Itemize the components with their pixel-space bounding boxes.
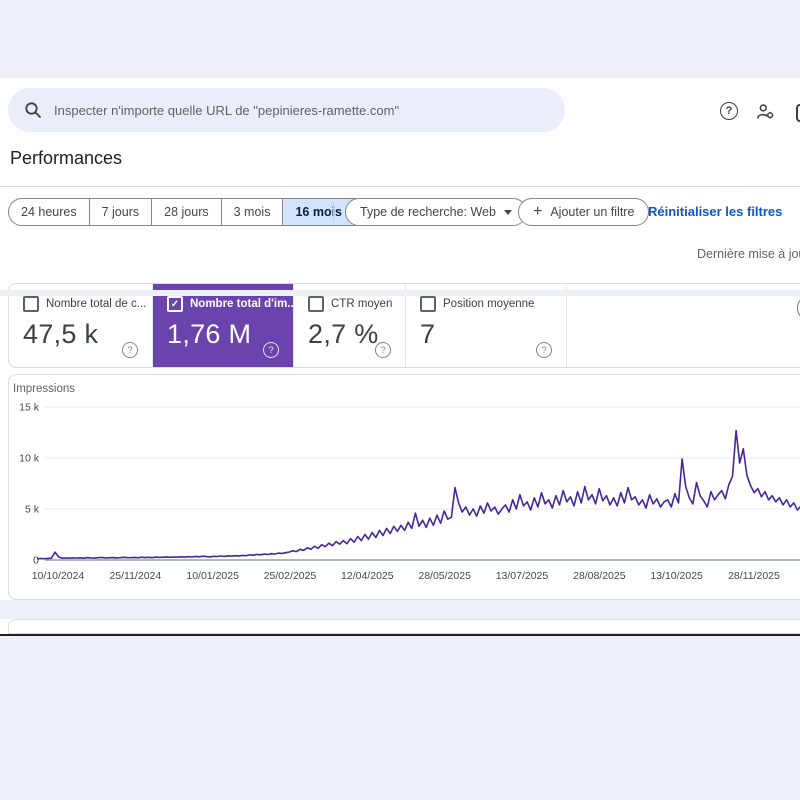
ctr-value: 2,7 %: [308, 319, 405, 350]
svg-text:15 k: 15 k: [19, 402, 40, 414]
help-icon[interactable]: ?: [122, 342, 138, 358]
date-chip-3m[interactable]: 3 mois: [222, 199, 284, 225]
url-inspect-search-bar[interactable]: Inspecter n'importe quelle URL de "pepin…: [8, 88, 565, 132]
svg-text:10/10/2024: 10/10/2024: [32, 570, 85, 582]
add-filter-chip[interactable]: + Ajouter un filtre: [518, 198, 649, 226]
help-button[interactable]: ?: [720, 102, 740, 122]
metric-tile-position[interactable]: Position moyenne 7 ?: [406, 284, 567, 367]
search-type-chip[interactable]: Type de recherche: Web: [345, 198, 527, 226]
window-bottom-edge: [0, 634, 800, 636]
next-card-clipped: [8, 619, 800, 634]
svg-text:28/11/2025: 28/11/2025: [728, 570, 780, 582]
svg-text:28/08/2025: 28/08/2025: [573, 570, 626, 582]
page-title: Performances: [10, 148, 122, 169]
date-chip-7d[interactable]: 7 jours: [90, 199, 153, 225]
date-chip-24h[interactable]: 24 heures: [9, 199, 90, 225]
chart-title: Impressions: [13, 383, 75, 395]
svg-text:25/11/2024: 25/11/2024: [109, 570, 161, 582]
help-icon: ?: [720, 102, 738, 120]
impressions-line-chart[interactable]: 0 5 k 10 k 15 k 10/10/2024 25/11/2024 10/01/20…: [9, 375, 800, 600]
svg-text:10 k: 10 k: [19, 453, 40, 465]
card-gap: [0, 290, 800, 296]
chevron-down-icon: [504, 210, 512, 215]
help-icon[interactable]: ?: [263, 342, 279, 358]
card-gap: [0, 600, 800, 619]
metric-tile-ctr[interactable]: CTR moyen 2,7 % ?: [294, 284, 406, 367]
search-placeholder-text: Inspecter n'importe quelle URL de "pepin…: [54, 103, 399, 118]
svg-text:28/05/2025: 28/05/2025: [418, 570, 471, 582]
svg-text:5 k: 5 k: [25, 504, 40, 516]
svg-text:13/10/2025: 13/10/2025: [650, 570, 703, 582]
chip-separator: [333, 202, 334, 222]
chart-card: Impressions 0 5 k 10 k 15 k 10/10/2024 25/11/…: [8, 374, 800, 600]
checkbox-unchecked-icon[interactable]: [420, 296, 436, 312]
account-avatar-icon-clipped[interactable]: [796, 104, 800, 122]
help-icon[interactable]: ?: [375, 342, 391, 358]
reset-filters-link[interactable]: Réinitialiser les filtres: [648, 204, 782, 219]
date-chip-28d[interactable]: 28 jours: [152, 199, 221, 225]
checkbox-unchecked-icon[interactable]: [308, 296, 324, 312]
search-console-screen: Inspecter n'importe quelle URL de "pepin…: [0, 0, 800, 800]
svg-text:0: 0: [33, 555, 39, 567]
checkbox-checked-icon[interactable]: ✓: [167, 296, 183, 312]
metric-tile-clicks[interactable]: Nombre total de c... 47,5 k ?: [9, 284, 153, 367]
metric-tile-impressions-selected[interactable]: ✓ Nombre total d'im... 1,76 M ?: [153, 284, 294, 367]
last-update-text: Dernière mise à jour: [697, 247, 800, 261]
metrics-card-spacer: Tous: [567, 284, 800, 367]
checkbox-unchecked-icon[interactable]: [23, 296, 39, 312]
app-window: Inspecter n'importe quelle URL de "pepin…: [0, 78, 800, 634]
svg-text:25/02/2025: 25/02/2025: [264, 570, 317, 582]
svg-text:10/01/2025: 10/01/2025: [186, 570, 239, 582]
header-divider: [0, 186, 800, 187]
svg-text:13/07/2025: 13/07/2025: [496, 570, 549, 582]
help-icon[interactable]: ?: [536, 342, 552, 358]
user-settings-icon[interactable]: [756, 102, 776, 122]
svg-text:12/04/2025: 12/04/2025: [341, 570, 394, 582]
plus-icon: +: [533, 204, 542, 220]
search-icon: [24, 101, 42, 119]
date-range-chip-group: 24 heures 7 jours 28 jours 3 mois 16 moi…: [8, 198, 370, 226]
